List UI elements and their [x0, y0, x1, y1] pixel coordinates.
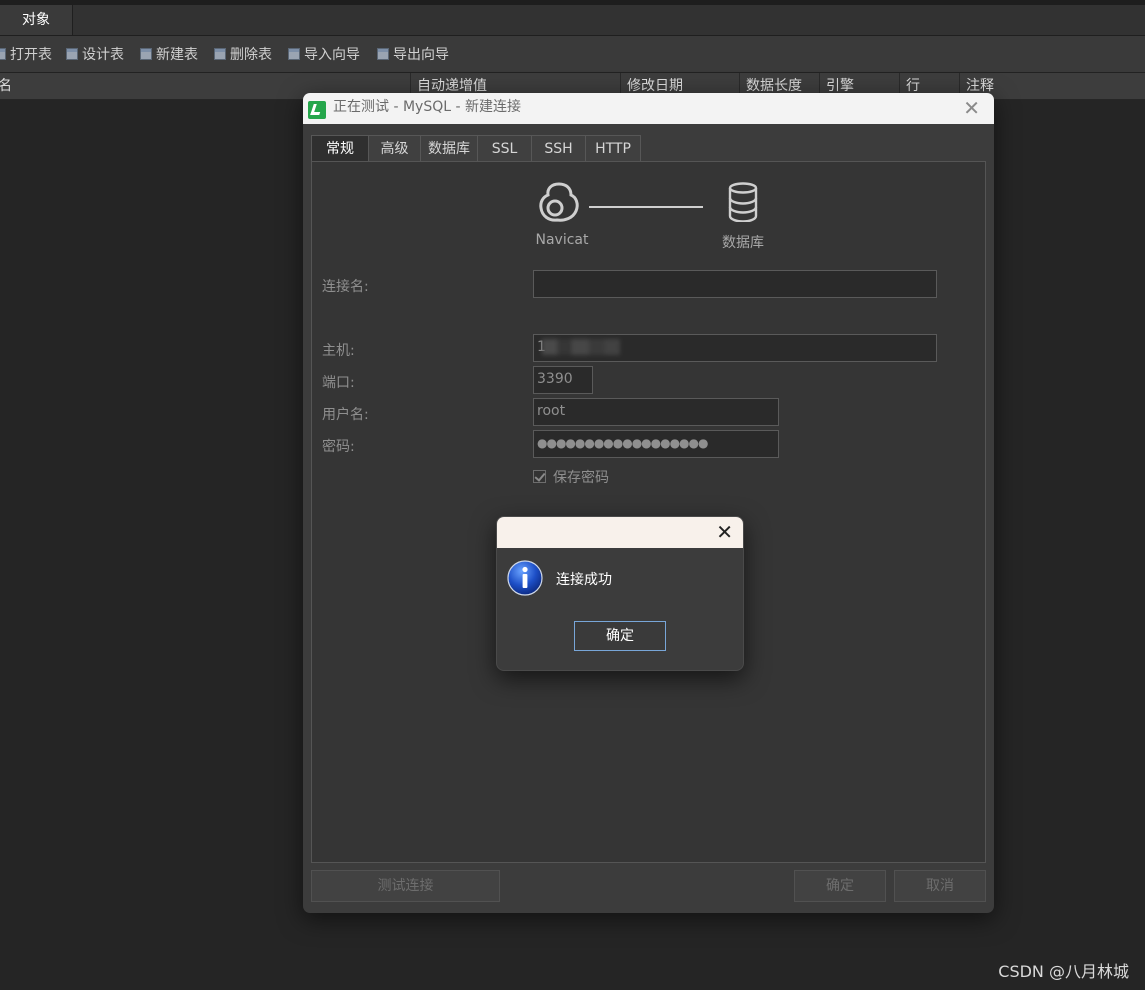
navicat-label: Navicat [535, 232, 589, 248]
messagebox-title-bar[interactable]: ✕ [497, 517, 743, 548]
design-table-icon [66, 48, 78, 60]
export-wizard-button[interactable]: 导出向导 [377, 46, 449, 64]
ok-button[interactable]: 确定 [794, 870, 886, 902]
new-table-button[interactable]: 新建表 [140, 46, 198, 64]
delete-table-button[interactable]: 删除表 [214, 46, 272, 64]
password-input[interactable]: ●●●●●●●●●●●●●●●●●● [533, 430, 779, 458]
export-wizard-label: 导出向导 [393, 47, 449, 63]
import-wizard-button[interactable]: 导入向导 [288, 46, 360, 64]
design-table-label: 设计表 [82, 47, 124, 63]
messagebox-close-icon[interactable]: ✕ [716, 521, 733, 543]
save-password-label: 保存密码 [553, 470, 609, 486]
connection-name-label: 连接名: [322, 279, 369, 295]
connection-name-input[interactable] [533, 270, 937, 298]
connection-success-messagebox: ✕ 连接成功 确定 [496, 516, 744, 671]
cancel-button[interactable]: 取消 [894, 870, 986, 902]
dialog-title: 正在测试 - MySQL - 新建连接 [333, 99, 521, 115]
username-label: 用户名: [322, 407, 369, 423]
navicat-logo-icon [308, 101, 326, 119]
tab-general[interactable]: 常规 [311, 135, 369, 162]
password-label: 密码: [322, 439, 355, 455]
connection-graphic: Navicat 数据库 [527, 180, 767, 260]
delete-table-label: 删除表 [230, 47, 272, 63]
tab-database[interactable]: 数据库 [420, 135, 478, 161]
messagebox-ok-button[interactable]: 确定 [574, 621, 666, 651]
open-table-icon [0, 48, 6, 60]
close-icon[interactable]: ✕ [963, 97, 980, 119]
export-wizard-icon [377, 48, 389, 60]
port-input[interactable]: 3390 [533, 366, 593, 394]
new-table-label: 新建表 [156, 47, 198, 63]
connection-line [589, 206, 703, 208]
info-icon [507, 560, 543, 596]
dialog-title-bar[interactable]: 正在测试 - MySQL - 新建连接 ✕ [303, 93, 994, 124]
tab-ssh[interactable]: SSH [531, 135, 586, 161]
username-input[interactable]: root [533, 398, 779, 426]
host-input[interactable]: 1 [533, 334, 937, 362]
general-panel: Navicat 数据库 连接名: 主机: 1 端口: 3390 用户名: roo… [311, 161, 986, 863]
tab-advanced[interactable]: 高级 [368, 135, 421, 161]
tab-http[interactable]: HTTP [585, 135, 641, 161]
messagebox-text: 连接成功 [556, 572, 612, 588]
test-connection-button[interactable]: 测试连接 [311, 870, 500, 902]
import-wizard-label: 导入向导 [304, 47, 360, 63]
port-label: 端口: [322, 375, 355, 391]
tab-ssl[interactable]: SSL [477, 135, 532, 161]
redacted-host [542, 339, 620, 355]
open-table-button[interactable]: 打开表 [0, 46, 52, 64]
import-wizard-icon [288, 48, 300, 60]
database-icon [728, 182, 758, 222]
object-toolbar: 打开表 设计表 新建表 删除表 导入向导 导出向导 [0, 36, 1145, 73]
new-table-icon [140, 48, 152, 60]
delete-table-icon [214, 48, 226, 60]
tab-objects[interactable]: 对象 [0, 5, 73, 35]
design-table-button[interactable]: 设计表 [66, 46, 124, 64]
save-password-checkbox[interactable] [533, 470, 546, 483]
new-connection-dialog: 正在测试 - MySQL - 新建连接 ✕ 常规 高级 数据库 SSL SSH … [303, 93, 994, 913]
open-table-label: 打开表 [10, 47, 52, 63]
host-label: 主机: [322, 343, 355, 359]
watermark: CSDN @八月林城 [998, 962, 1129, 981]
database-label: 数据库 [722, 235, 764, 251]
navicat-icon [539, 182, 579, 222]
main-tab-strip: 对象 [0, 5, 1145, 36]
